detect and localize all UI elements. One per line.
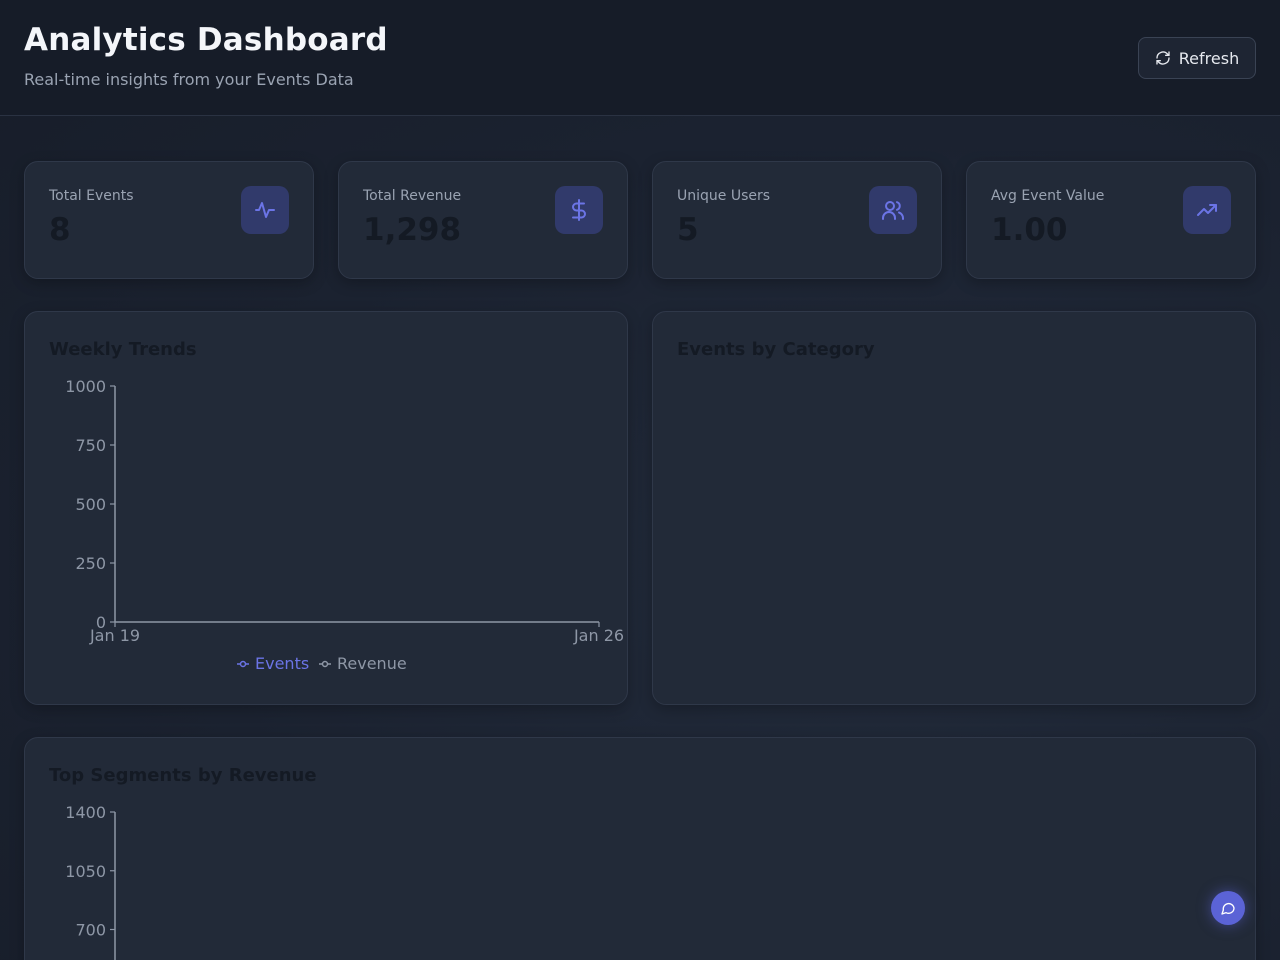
stat-card-total-revenue: Total Revenue 1,298: [338, 161, 628, 279]
stat-label: Unique Users: [677, 188, 771, 204]
page-title: Analytics Dashboard: [24, 22, 388, 58]
y-tick-label: 250: [75, 554, 106, 573]
top-segments-panel: Top Segments by Revenue 700 1050 1400: [24, 737, 1256, 960]
events-by-category-panel: Events by Category: [652, 311, 1256, 705]
x-tick-label: Jan 19: [89, 626, 140, 645]
stat-label: Avg Event Value: [991, 188, 1105, 204]
weekly-trends-panel: Weekly Trends 0 250 500 750 1000 Jan 19 Jan 26…: [24, 311, 628, 705]
y-tick-label: 1400: [65, 803, 106, 822]
stat-label: Total Events: [49, 188, 134, 204]
refresh-icon: [1155, 50, 1171, 66]
y-tick-label: 500: [75, 495, 106, 514]
stat-card-unique-users: Unique Users 5: [652, 161, 942, 279]
stat-value: 5: [677, 212, 699, 248]
stat-value: 1,298: [363, 212, 462, 248]
events-by-category-chart: [653, 312, 1257, 706]
refresh-button[interactable]: Refresh: [1138, 37, 1256, 79]
dollar-icon: [555, 186, 603, 234]
legend-marker-dot: [239, 660, 247, 668]
page-subtitle: Real-time insights from your Events Data: [24, 70, 354, 89]
stat-card-total-events: Total Events 8: [24, 161, 314, 279]
legend-marker-dot: [321, 660, 329, 668]
y-tick-label: 1000: [65, 377, 106, 396]
users-icon: [869, 186, 917, 234]
stat-value: 1.00: [991, 212, 1068, 248]
legend-label: Revenue: [337, 654, 407, 673]
y-tick-label: 1050: [65, 862, 106, 881]
x-tick-label: Jan 26: [573, 626, 624, 645]
page-header: Analytics Dashboard Real-time insights f…: [0, 0, 1280, 116]
weekly-trends-chart: 02505007501000Jan 19 Jan 26Events Revenue: [65, 377, 624, 673]
activity-icon: [241, 186, 289, 234]
stat-value: 8: [49, 212, 71, 248]
y-tick-label: 750: [75, 436, 106, 455]
refresh-button-label: Refresh: [1178, 48, 1240, 68]
stat-label: Total Revenue: [363, 188, 462, 204]
legend-label: Events: [255, 654, 309, 673]
stat-card-avg-event-value: Avg Event Value 1.00: [966, 161, 1256, 279]
chat-button[interactable]: [1211, 891, 1245, 925]
trending-up-icon: [1183, 186, 1231, 234]
y-tick-label: 700: [75, 921, 106, 940]
top-segments-chart: 700 1050 1400: [65, 803, 116, 960]
chat-icon: [1220, 900, 1236, 916]
